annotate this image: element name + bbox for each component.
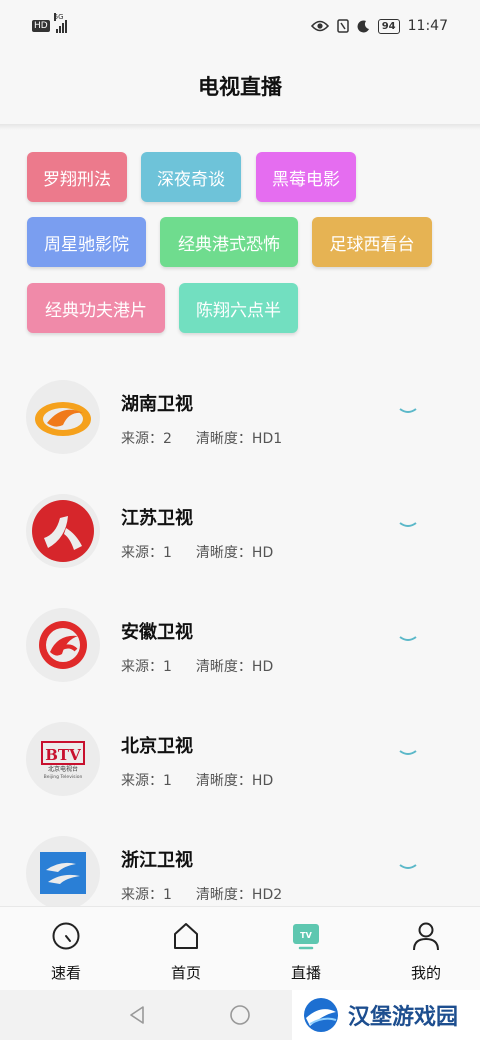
tag-chenxiang-six-thirty[interactable]: 陈翔六点半	[179, 283, 298, 333]
anhui-tv-logo	[26, 608, 100, 682]
watermark-text: 汉堡游戏园	[348, 1004, 459, 1030]
tab-label: 首页	[170, 964, 201, 982]
tag-luoxiang-criminal-law[interactable]: 罗翔刑法	[27, 152, 127, 202]
user-icon	[413, 922, 439, 951]
channel-item[interactable]: 湖南卫视 来源：2 清晰度：HD1	[0, 370, 480, 470]
tab-label: 速看	[50, 964, 81, 982]
nfc-icon	[336, 19, 349, 33]
hd-badge: HD	[32, 20, 50, 32]
watermark: 汉堡游戏园	[292, 990, 480, 1040]
hunan-tv-logo	[26, 380, 100, 454]
tag-classic-kungfu-hk[interactable]: 经典功夫港片	[27, 283, 165, 333]
svg-text:Beijing Television: Beijing Television	[44, 774, 83, 780]
back-icon[interactable]	[126, 1004, 148, 1026]
channel-meta: 来源：1 清晰度：HD2	[121, 887, 283, 903]
chevron-down-icon[interactable]	[398, 520, 418, 530]
beijing-tv-logo: BTV 北京电视台 Beijing Television	[26, 722, 100, 796]
tab-label: 直播	[290, 964, 321, 982]
channel-meta: 来源：1 清晰度：HD	[121, 545, 274, 561]
page-header: 电视直播	[0, 52, 480, 124]
tab-quick-watch[interactable]: 速看	[6, 907, 126, 991]
channel-item[interactable]: 安徽卫视 来源：1 清晰度：HD	[0, 598, 480, 698]
home-nav-icon[interactable]	[229, 1004, 251, 1026]
tab-mine[interactable]: 我的	[366, 907, 480, 991]
svg-text:TV: TV	[300, 931, 312, 940]
status-bar: HD 5G 94 11:47	[0, 0, 480, 52]
channel-item[interactable]: BTV 北京电视台 Beijing Television 北京卫视 来源：1 清晰…	[0, 712, 480, 812]
jiangsu-tv-logo	[26, 494, 100, 568]
bottom-tab-bar: 速看 首页 TV 直播 我的	[0, 906, 480, 991]
tab-home[interactable]: 首页	[126, 907, 246, 991]
home-icon	[174, 923, 198, 949]
svg-text:北京电视台: 北京电视台	[48, 765, 78, 773]
tag-stephen-chow-cinema[interactable]: 周星驰影院	[27, 217, 146, 267]
channel-meta: 来源：2 清晰度：HD1	[121, 431, 283, 447]
clock-time: 11:47	[407, 18, 448, 34]
status-right: 94 11:47	[310, 18, 448, 34]
channel-meta: 来源：1 清晰度：HD	[121, 659, 274, 675]
network-type: 5G	[53, 13, 64, 21]
svg-text:BTV: BTV	[45, 746, 81, 764]
zhejiang-tv-logo	[26, 836, 100, 910]
channel-item[interactable]: 江苏卫视 来源：1 清晰度：HD	[0, 484, 480, 584]
watermark-logo-icon	[304, 998, 338, 1032]
tab-live[interactable]: TV 直播	[246, 907, 366, 991]
tag-blackberry-movies[interactable]: 黑莓电影	[256, 152, 356, 202]
chevron-down-icon[interactable]	[398, 748, 418, 758]
chevron-down-icon[interactable]	[398, 634, 418, 644]
chevron-down-icon[interactable]	[398, 862, 418, 872]
tag-classic-hk-horror[interactable]: 经典港式恐怖	[160, 217, 298, 267]
chevron-down-icon[interactable]	[398, 406, 418, 416]
status-left: HD 5G	[32, 13, 67, 33]
tab-label: 我的	[410, 964, 441, 982]
channel-name: 安徽卫视	[121, 622, 193, 643]
channel-name: 浙江卫视	[121, 850, 193, 871]
signal-icon: 5G	[53, 13, 67, 33]
battery-indicator: 94	[377, 18, 400, 34]
channel-name: 北京卫视	[121, 736, 193, 757]
header-divider	[0, 124, 480, 130]
clock-icon	[52, 922, 80, 950]
channel-meta: 来源：1 清晰度：HD	[121, 773, 274, 789]
tag-late-night-stories[interactable]: 深夜奇谈	[141, 152, 241, 202]
tv-icon: TV	[293, 924, 319, 950]
page-title: 电视直播	[198, 75, 282, 99]
channel-name: 江苏卫视	[121, 508, 193, 529]
moon-icon	[357, 19, 369, 32]
tag-football-west-stand[interactable]: 足球西看台	[312, 217, 432, 267]
eye-icon	[310, 20, 329, 32]
channel-name: 湖南卫视	[121, 394, 193, 415]
